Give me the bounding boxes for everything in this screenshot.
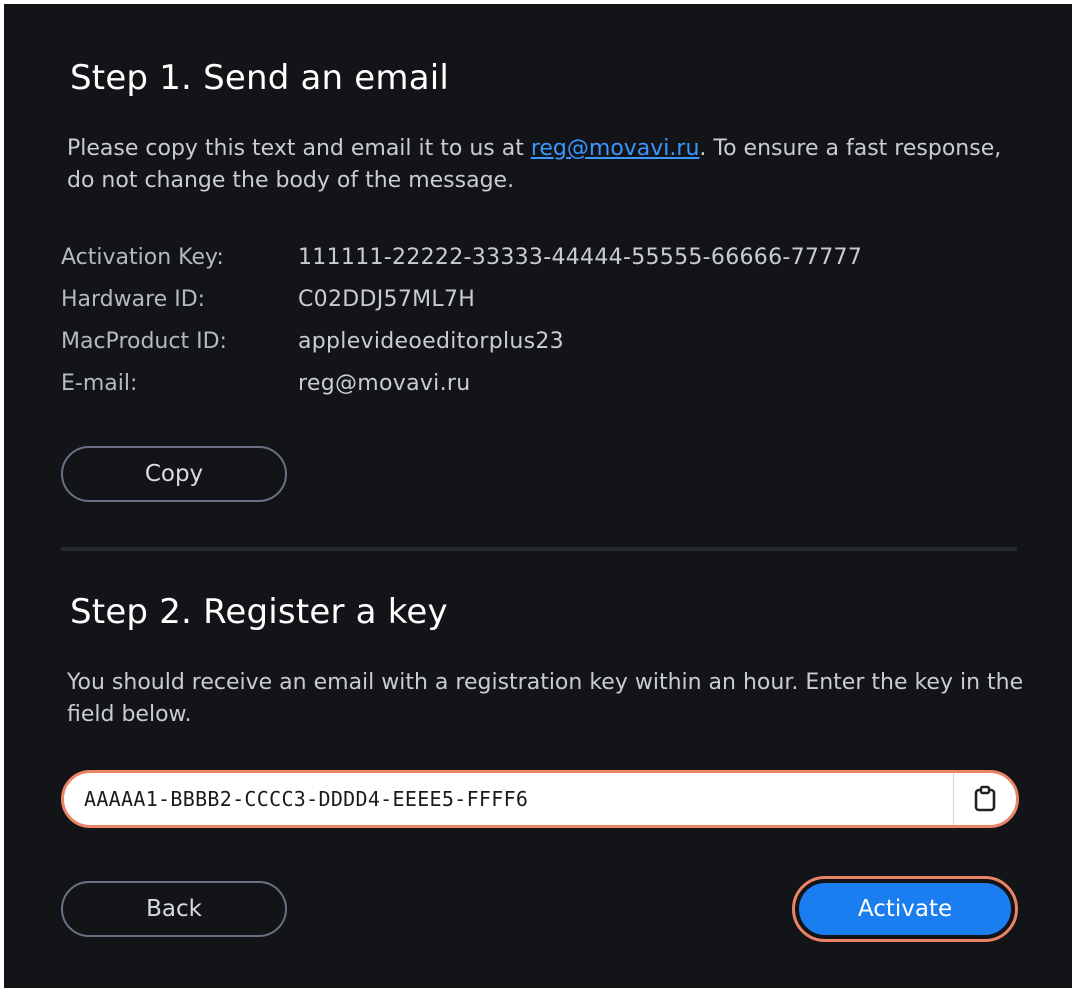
step1-desc-text-before: Please copy this text and email it to us… — [67, 136, 531, 161]
step2-title: Step 2. Register a key — [70, 592, 448, 632]
info-value: C02DDJ57ML7H — [298, 286, 476, 312]
step1-description: Please copy this text and email it to us… — [67, 133, 1027, 197]
info-value: reg@movavi.ru — [298, 370, 471, 396]
info-value: 111111-22222-33333-44444-55555-66666-777… — [298, 244, 863, 270]
section-divider — [61, 547, 1017, 551]
activation-info: Activation Key: 111111-22222-33333-44444… — [61, 236, 862, 404]
info-row-email: E-mail: reg@movavi.ru — [61, 362, 862, 404]
activation-dialog: Step 1. Send an email Please copy this t… — [4, 4, 1072, 988]
info-label: MacProduct ID: — [61, 328, 227, 354]
info-label: E-mail: — [61, 370, 138, 396]
paste-button[interactable] — [954, 773, 1016, 825]
info-row-activation-key: Activation Key: 111111-22222-33333-44444… — [61, 236, 862, 278]
activate-button-label[interactable]: Activate — [799, 883, 1011, 935]
clipboard-icon — [974, 785, 996, 812]
registration-key-input[interactable]: AAAAA1-BBBB2-CCCC3-DDDD4-EEEE5-FFFF6 — [64, 787, 953, 811]
info-label: Hardware ID: — [61, 286, 206, 312]
registration-key-field[interactable]: AAAAA1-BBBB2-CCCC3-DDDD4-EEEE5-FFFF6 — [61, 770, 1019, 828]
info-label: Activation Key: — [61, 244, 224, 270]
email-link[interactable]: reg@movavi.ru — [531, 136, 700, 161]
activate-button[interactable]: Activate — [792, 876, 1018, 942]
step2-description: You should receive an email with a regis… — [67, 670, 1024, 727]
back-button[interactable]: Back — [61, 881, 287, 937]
info-row-hardware-id: Hardware ID: C02DDJ57ML7H — [61, 278, 862, 320]
info-row-product-id: MacProduct ID: applevideoeditorplus23 — [61, 320, 862, 362]
info-value: applevideoeditorplus23 — [298, 328, 564, 354]
copy-button[interactable]: Copy — [61, 446, 287, 502]
step1-title: Step 1. Send an email — [70, 58, 450, 98]
